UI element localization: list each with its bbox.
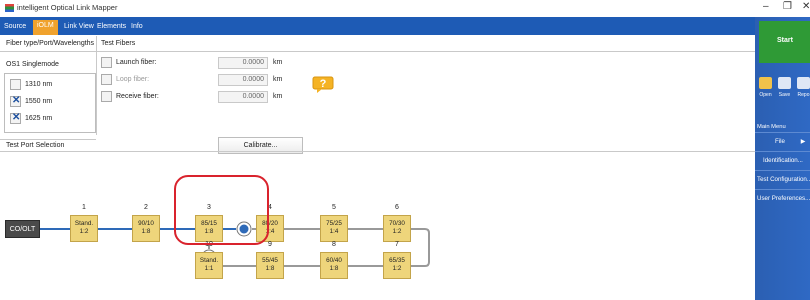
node-ratio: 65/35 bbox=[389, 257, 405, 264]
tool-label: Repo bbox=[797, 92, 810, 98]
node-split: 1:1 bbox=[204, 265, 214, 272]
node-ratio: Stand. bbox=[74, 220, 94, 227]
chevron-right-icon: ▶ bbox=[800, 138, 806, 145]
node-split: 1:2 bbox=[392, 265, 402, 272]
node-ratio: 55/45 bbox=[262, 257, 278, 264]
node-index: 1 bbox=[82, 204, 86, 211]
splitter-node-2[interactable]: 90/10 1:8 bbox=[132, 215, 160, 242]
menu-label: File bbox=[775, 138, 785, 145]
menu-item-file[interactable]: File ▶ bbox=[755, 132, 810, 151]
node-index: 5 bbox=[332, 204, 336, 211]
node-split: 1:8 bbox=[141, 228, 151, 235]
splitter-node-6[interactable]: 70/30 1:2 bbox=[383, 215, 411, 242]
highlight-annotation bbox=[174, 175, 269, 245]
node-split: 1:2 bbox=[79, 228, 89, 235]
node-ratio: 90/10 bbox=[138, 220, 154, 227]
start-button[interactable]: Start bbox=[759, 21, 810, 63]
splitter-node-1[interactable]: Stand. 1:2 bbox=[70, 215, 98, 242]
node-ratio: 60/40 bbox=[326, 257, 342, 264]
open-button[interactable]: Open bbox=[758, 77, 773, 98]
node-ratio: 75/25 bbox=[326, 220, 342, 227]
splitter-node-8[interactable]: 60/40 1:8 bbox=[320, 252, 348, 279]
main-menu-header: Main Menu bbox=[757, 124, 786, 130]
node-ratio: Stand. bbox=[199, 257, 219, 264]
report-icon bbox=[797, 77, 810, 89]
splitter-node-5[interactable]: 75/25 1:4 bbox=[320, 215, 348, 242]
menu-item-user-preferences[interactable]: User Preferences... bbox=[755, 189, 810, 208]
menu-item-identification[interactable]: Identification... bbox=[755, 151, 810, 170]
right-panel: Start Open Save Repo Main Menu File ▶ Id… bbox=[755, 17, 810, 300]
tool-label: Save bbox=[778, 92, 791, 98]
co-olt-node: CO/OLT bbox=[5, 220, 40, 238]
report-button[interactable]: Repo bbox=[796, 77, 810, 98]
splitter-node-10[interactable]: Stand. 1:1 bbox=[195, 252, 223, 279]
save-button[interactable]: Save bbox=[777, 77, 792, 98]
node-split: 1:2 bbox=[392, 228, 402, 235]
node-index: 8 bbox=[332, 241, 336, 248]
node-split: 1:8 bbox=[329, 265, 339, 272]
folder-icon bbox=[759, 77, 772, 89]
menu-item-test-configuration[interactable]: Test Configuration... bbox=[755, 170, 810, 189]
splitter-node-7[interactable]: 65/35 1:2 bbox=[383, 252, 411, 279]
fiber-link bbox=[411, 228, 430, 267]
node-split: 1:8 bbox=[265, 265, 275, 272]
node-index: 2 bbox=[144, 204, 148, 211]
splitter-node-9[interactable]: 55/45 1:8 bbox=[256, 252, 284, 279]
node-index: 6 bbox=[395, 204, 399, 211]
node-index: 7 bbox=[395, 241, 399, 248]
tool-label: Open bbox=[759, 92, 772, 98]
save-icon bbox=[778, 77, 791, 89]
node-split: 1:4 bbox=[329, 228, 339, 235]
node-ratio: 70/30 bbox=[389, 220, 405, 227]
